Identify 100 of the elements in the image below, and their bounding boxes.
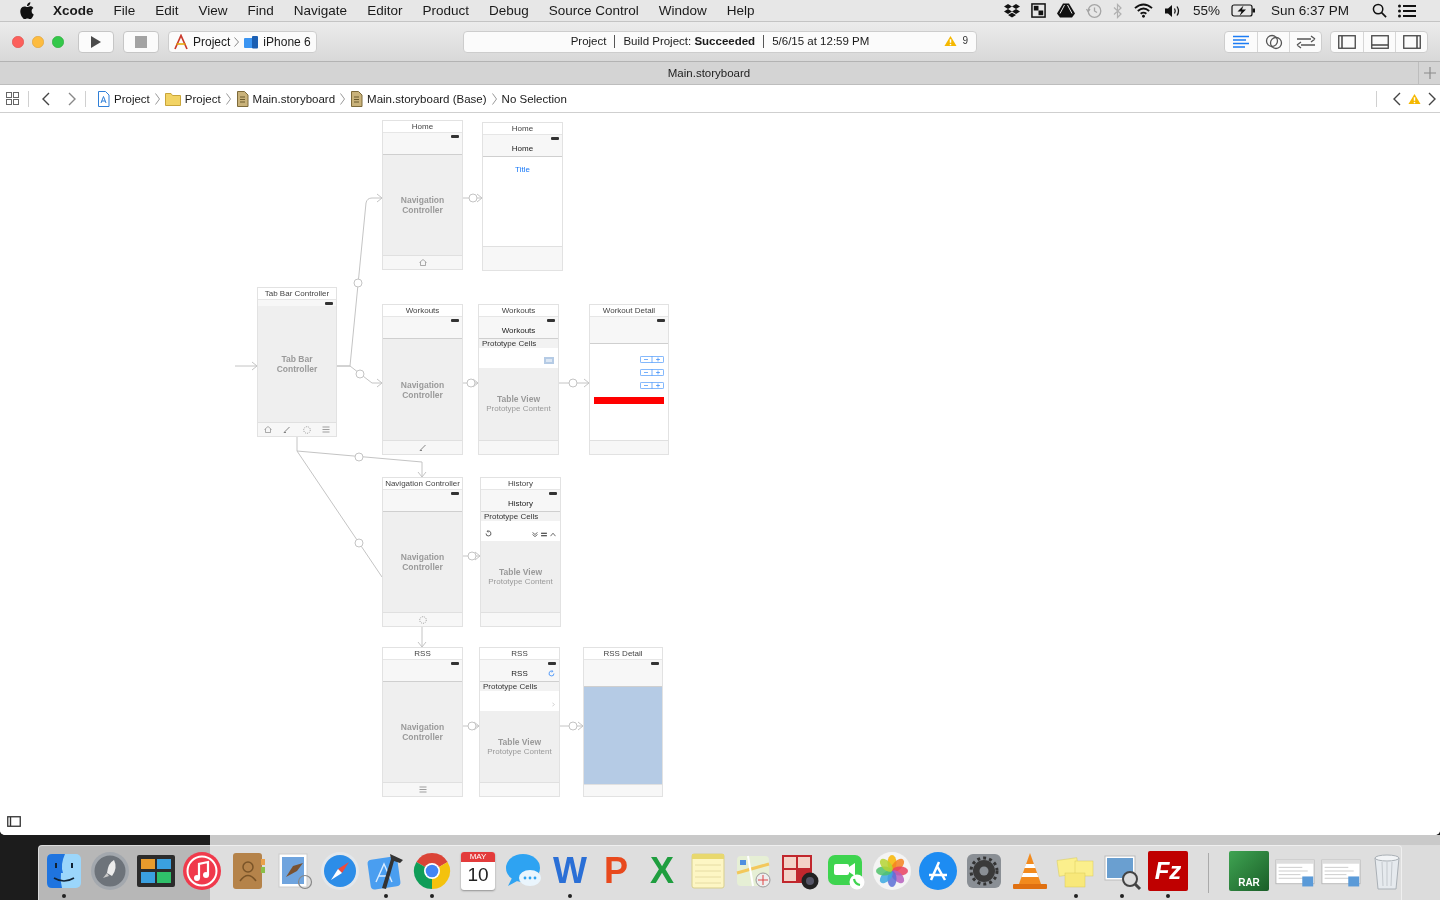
scene-title: Workouts <box>501 305 536 316</box>
apple-logo-icon[interactable] <box>20 2 34 19</box>
scheme-button[interactable]: Project <box>173 33 231 50</box>
menu-item[interactable]: Edit <box>145 0 189 22</box>
hammer-blueprint-icon[interactable] <box>366 851 406 891</box>
menu-item[interactable]: Find <box>237 0 284 22</box>
calendar-icon[interactable]: MAY 10 <box>461 852 495 890</box>
app-menu[interactable]: Xcode <box>43 0 104 22</box>
sidebar-toggle-icon[interactable] <box>7 816 21 827</box>
gear-icon[interactable] <box>964 851 1004 891</box>
overlapping-circles-icon <box>1264 33 1283 50</box>
scene-title: Workouts <box>405 305 440 316</box>
warning-icon <box>944 34 958 47</box>
battery-icon <box>451 661 459 665</box>
scene-label: Table View <box>497 566 544 577</box>
activity-project: Project <box>569 35 608 48</box>
breadcrumb-item[interactable]: No Selection <box>501 92 567 105</box>
destination-button[interactable]: iPhone 6 <box>243 34 311 49</box>
scene-title: Tab Bar Controller <box>264 288 330 299</box>
run-button[interactable] <box>78 30 114 53</box>
grid-icon[interactable] <box>6 92 19 105</box>
breadcrumb-item[interactable]: Main.storyboard <box>252 92 336 105</box>
checker-square-icon[interactable] <box>1030 3 1046 18</box>
storyboard-file-icon <box>350 90 364 107</box>
tricolor-circle-icon[interactable] <box>412 851 452 891</box>
bottom-panel-icon <box>1370 34 1389 49</box>
breadcrumb-item[interactable]: Project <box>184 92 221 105</box>
menu-item[interactable]: Window <box>648 0 717 22</box>
close-icon[interactable] <box>12 35 24 48</box>
menu-item[interactable]: Product <box>412 0 479 22</box>
section-header: Prototype Cells <box>484 512 539 521</box>
triangle-logo-icon[interactable] <box>1056 3 1075 18</box>
compass-icon[interactable] <box>320 851 360 891</box>
scene-label: Navigation Controller <box>399 722 446 742</box>
menu-item[interactable]: File <box>103 0 146 22</box>
archive-logo[interactable]: RAR <box>1229 851 1269 891</box>
breadcrumb-item[interactable]: Main.storyboard (Base) <box>367 92 487 105</box>
calendar-day: 10 <box>467 862 489 888</box>
scene-label: Navigation Controller <box>399 379 446 400</box>
battery-icon <box>549 491 557 495</box>
equals-icon <box>541 532 547 537</box>
previous-issue-icon[interactable] <box>1393 91 1401 106</box>
letter-a-circle-icon[interactable] <box>918 851 958 891</box>
storyboard-file-icon <box>235 90 249 107</box>
menu-item[interactable]: Navigate <box>283 0 358 22</box>
letter-logo[interactable]: Fz <box>1148 851 1188 891</box>
battery-percentage[interactable]: 55% <box>1192 3 1220 18</box>
scene-label: Navigation Controller <box>399 552 446 572</box>
entry-point-arrow <box>234 361 258 371</box>
stepper-control <box>640 356 664 363</box>
scene-title: Home <box>511 123 534 134</box>
battery-icon <box>451 134 459 138</box>
notification-list-icon[interactable] <box>1398 3 1416 18</box>
pencil-icon <box>418 444 427 451</box>
split-face-icon[interactable] <box>44 851 84 891</box>
battery-icon <box>551 136 559 140</box>
menu-item[interactable]: Editor <box>357 0 413 22</box>
house-icon <box>263 426 272 433</box>
circular-arrow-icon <box>485 530 492 537</box>
volume-icon[interactable] <box>1163 2 1182 19</box>
list-icon <box>322 426 331 433</box>
battery-charging-icon[interactable] <box>1230 3 1256 18</box>
letter-logo[interactable]: W <box>550 851 590 891</box>
calendar-month: MAY <box>461 852 495 862</box>
breadcrumb-chevron-icon <box>225 92 231 105</box>
device-icon <box>243 34 260 49</box>
scene-label: Tab Bar Controller <box>275 354 319 374</box>
right-panel-icon <box>1402 34 1421 49</box>
menu-clock[interactable]: Sun 6:37 PM <box>1270 3 1349 18</box>
traffic-cone-icon[interactable] <box>1010 851 1050 891</box>
battery-icon <box>657 318 665 322</box>
chevron-up-icon <box>550 532 556 537</box>
nav-bar-title: Workouts <box>501 325 536 336</box>
plus-icon <box>1423 67 1436 79</box>
breadcrumb-chevron-icon <box>491 92 497 105</box>
scene-title: History <box>508 478 533 489</box>
menu-item[interactable]: Help <box>716 0 765 22</box>
search-icon[interactable] <box>1372 3 1387 18</box>
left-panel-icon <box>1338 34 1356 49</box>
scene-sublabel: Prototype Content <box>488 576 553 587</box>
scene-label: Navigation Controller <box>399 195 446 215</box>
open-box-icon[interactable] <box>1003 3 1020 18</box>
forward-chevron-icon[interactable] <box>68 91 76 106</box>
stepper-control <box>640 369 664 376</box>
next-issue-icon[interactable] <box>1428 91 1436 106</box>
warnings-button[interactable]: 9 <box>944 34 968 47</box>
back-chevron-icon[interactable] <box>42 91 50 106</box>
nav-bar-title: Home <box>511 143 534 154</box>
flower-icon[interactable] <box>872 851 912 891</box>
wifi-icon[interactable] <box>1133 3 1153 18</box>
music-note-icon[interactable] <box>182 851 222 891</box>
breadcrumb-item[interactable]: Project <box>114 92 150 105</box>
pencil-icon <box>283 426 292 433</box>
stop-icon <box>135 35 147 48</box>
rocket-icon[interactable] <box>90 851 130 891</box>
battery-icon <box>451 491 459 495</box>
menu-item[interactable]: View <box>188 0 238 22</box>
scene-label: Table View <box>496 736 543 747</box>
menu-item[interactable]: Source Control <box>538 0 649 22</box>
menu-item[interactable]: Debug <box>478 0 539 22</box>
